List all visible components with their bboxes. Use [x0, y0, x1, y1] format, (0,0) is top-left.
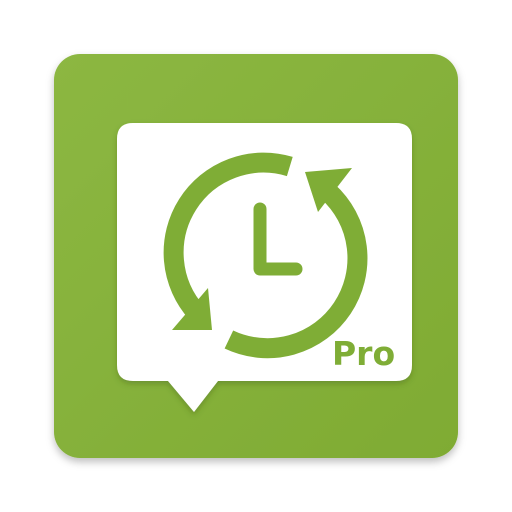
app-icon-graphic	[54, 54, 458, 458]
app-icon: Pro	[0, 0, 512, 512]
pro-badge-label: Pro	[332, 334, 396, 373]
